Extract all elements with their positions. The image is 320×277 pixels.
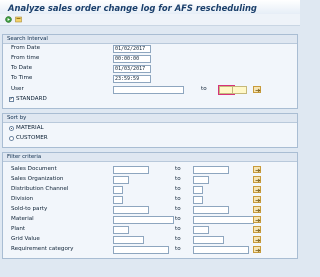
sales-document-from[interactable] [113, 166, 149, 174]
distribution-channel-from[interactable] [113, 186, 123, 194]
arrow-right-icon [255, 238, 261, 243]
sales-document-to[interactable] [193, 166, 229, 174]
to-label: to [175, 196, 181, 202]
arrow-right-icon [255, 228, 261, 233]
radio-material[interactable] [9, 126, 14, 131]
grid-value-from[interactable] [113, 236, 144, 244]
filter-label-division: Division [11, 196, 34, 202]
to-label: to [175, 236, 181, 242]
search-interval-panel: Search Interval From Date 01/02/2017 Fro… [2, 34, 298, 109]
to-date-label: To Date [11, 65, 33, 71]
filter-label-sales-organization: Sales Organization [11, 176, 64, 182]
arrow-right-icon [255, 178, 261, 183]
filter-label-plant: Plant [11, 226, 26, 232]
execute-icon[interactable] [5, 16, 12, 23]
multiple-selection-button[interactable] [253, 236, 261, 243]
to-label: to [175, 216, 181, 222]
filter-label-sold-to-party: Sold-to party [11, 206, 48, 212]
search-interval-header: Search Interval [3, 35, 297, 44]
division-from[interactable] [113, 196, 123, 204]
arrow-right-icon [255, 208, 261, 213]
user-to-label: to [201, 86, 207, 92]
multiple-selection-button[interactable] [253, 176, 261, 183]
window-title: Analyze sales order change log for AFS r… [0, 0, 300, 14]
multiple-selection-button[interactable] [253, 226, 261, 233]
to-label: to [175, 176, 181, 182]
plant-from[interactable] [113, 226, 129, 234]
from-date-field[interactable]: 01/02/2017 [113, 45, 151, 53]
material-to[interactable] [193, 216, 254, 224]
from-date-label: From Date [11, 45, 41, 51]
filter-label-sales-document: Sales Document [11, 166, 57, 172]
to-date-field[interactable]: 01/03/2017 [113, 65, 151, 73]
requirement-category-to[interactable] [193, 246, 249, 254]
sold-to-party-to[interactable] [193, 206, 229, 214]
sort-by-header: Sort by [3, 114, 297, 123]
user-label: User [11, 86, 24, 92]
multiple-selection-button-user[interactable] [253, 86, 261, 93]
grid-value-to[interactable] [193, 236, 224, 244]
to-label: to [175, 166, 181, 172]
radio-customer[interactable] [9, 136, 14, 141]
sold-to-party-from[interactable] [113, 206, 149, 214]
to-time-field[interactable]: 23:59:59 [113, 75, 151, 83]
to-label: to [175, 246, 181, 252]
variant-icon[interactable] [15, 16, 22, 23]
user-from-field[interactable] [113, 86, 184, 94]
filter-criteria-header: Filter criteria [3, 153, 297, 162]
filter-label-material: Material [11, 216, 34, 222]
multiple-selection-button[interactable] [253, 196, 261, 203]
to-label: to [175, 206, 181, 212]
sales-organization-to[interactable] [193, 176, 209, 184]
distribution-channel-to[interactable] [193, 186, 203, 194]
to-time-label: To Time [11, 75, 33, 81]
filter-criteria-panel: Filter criteria Sales Document to Sales … [2, 152, 298, 259]
filter-label-grid-value: Grid Value [11, 236, 40, 242]
arrow-right-icon [255, 248, 261, 253]
radio-customer-label: CUSTOMER [16, 135, 48, 141]
arrow-right-icon [255, 198, 261, 203]
user-to-field-2[interactable] [232, 86, 247, 94]
standard-label: STANDARD [16, 96, 47, 102]
multiple-selection-button[interactable] [253, 206, 261, 213]
arrow-right-icon [255, 188, 261, 193]
to-label: to [175, 186, 181, 192]
radio-material-label: MATERIAL [16, 125, 44, 131]
sort-by-panel: Sort by MATERIAL CUSTOMER [2, 113, 298, 148]
arrow-right-icon [255, 168, 261, 173]
plant-to[interactable] [193, 226, 209, 234]
from-time-field[interactable]: 00:00:00 [113, 55, 151, 63]
from-time-label: From time [11, 55, 40, 61]
multiple-selection-button[interactable] [253, 246, 261, 253]
filter-label-distribution-channel: Distribution Channel [11, 186, 69, 192]
requirement-category-from[interactable] [113, 246, 169, 254]
multiple-selection-button[interactable] [253, 216, 261, 223]
arrow-right-icon [255, 218, 261, 223]
to-label: to [175, 226, 181, 232]
sales-organization-from[interactable] [113, 176, 129, 184]
material-from[interactable] [113, 216, 174, 224]
filter-label-requirement-category: Requirement category [11, 246, 74, 252]
multiple-selection-button[interactable] [253, 186, 261, 193]
arrow-right-icon [255, 88, 261, 93]
multiple-selection-button[interactable] [253, 166, 261, 173]
division-to[interactable] [193, 196, 203, 204]
standard-checkbox[interactable] [9, 96, 14, 102]
application-toolbar [0, 14, 300, 26]
